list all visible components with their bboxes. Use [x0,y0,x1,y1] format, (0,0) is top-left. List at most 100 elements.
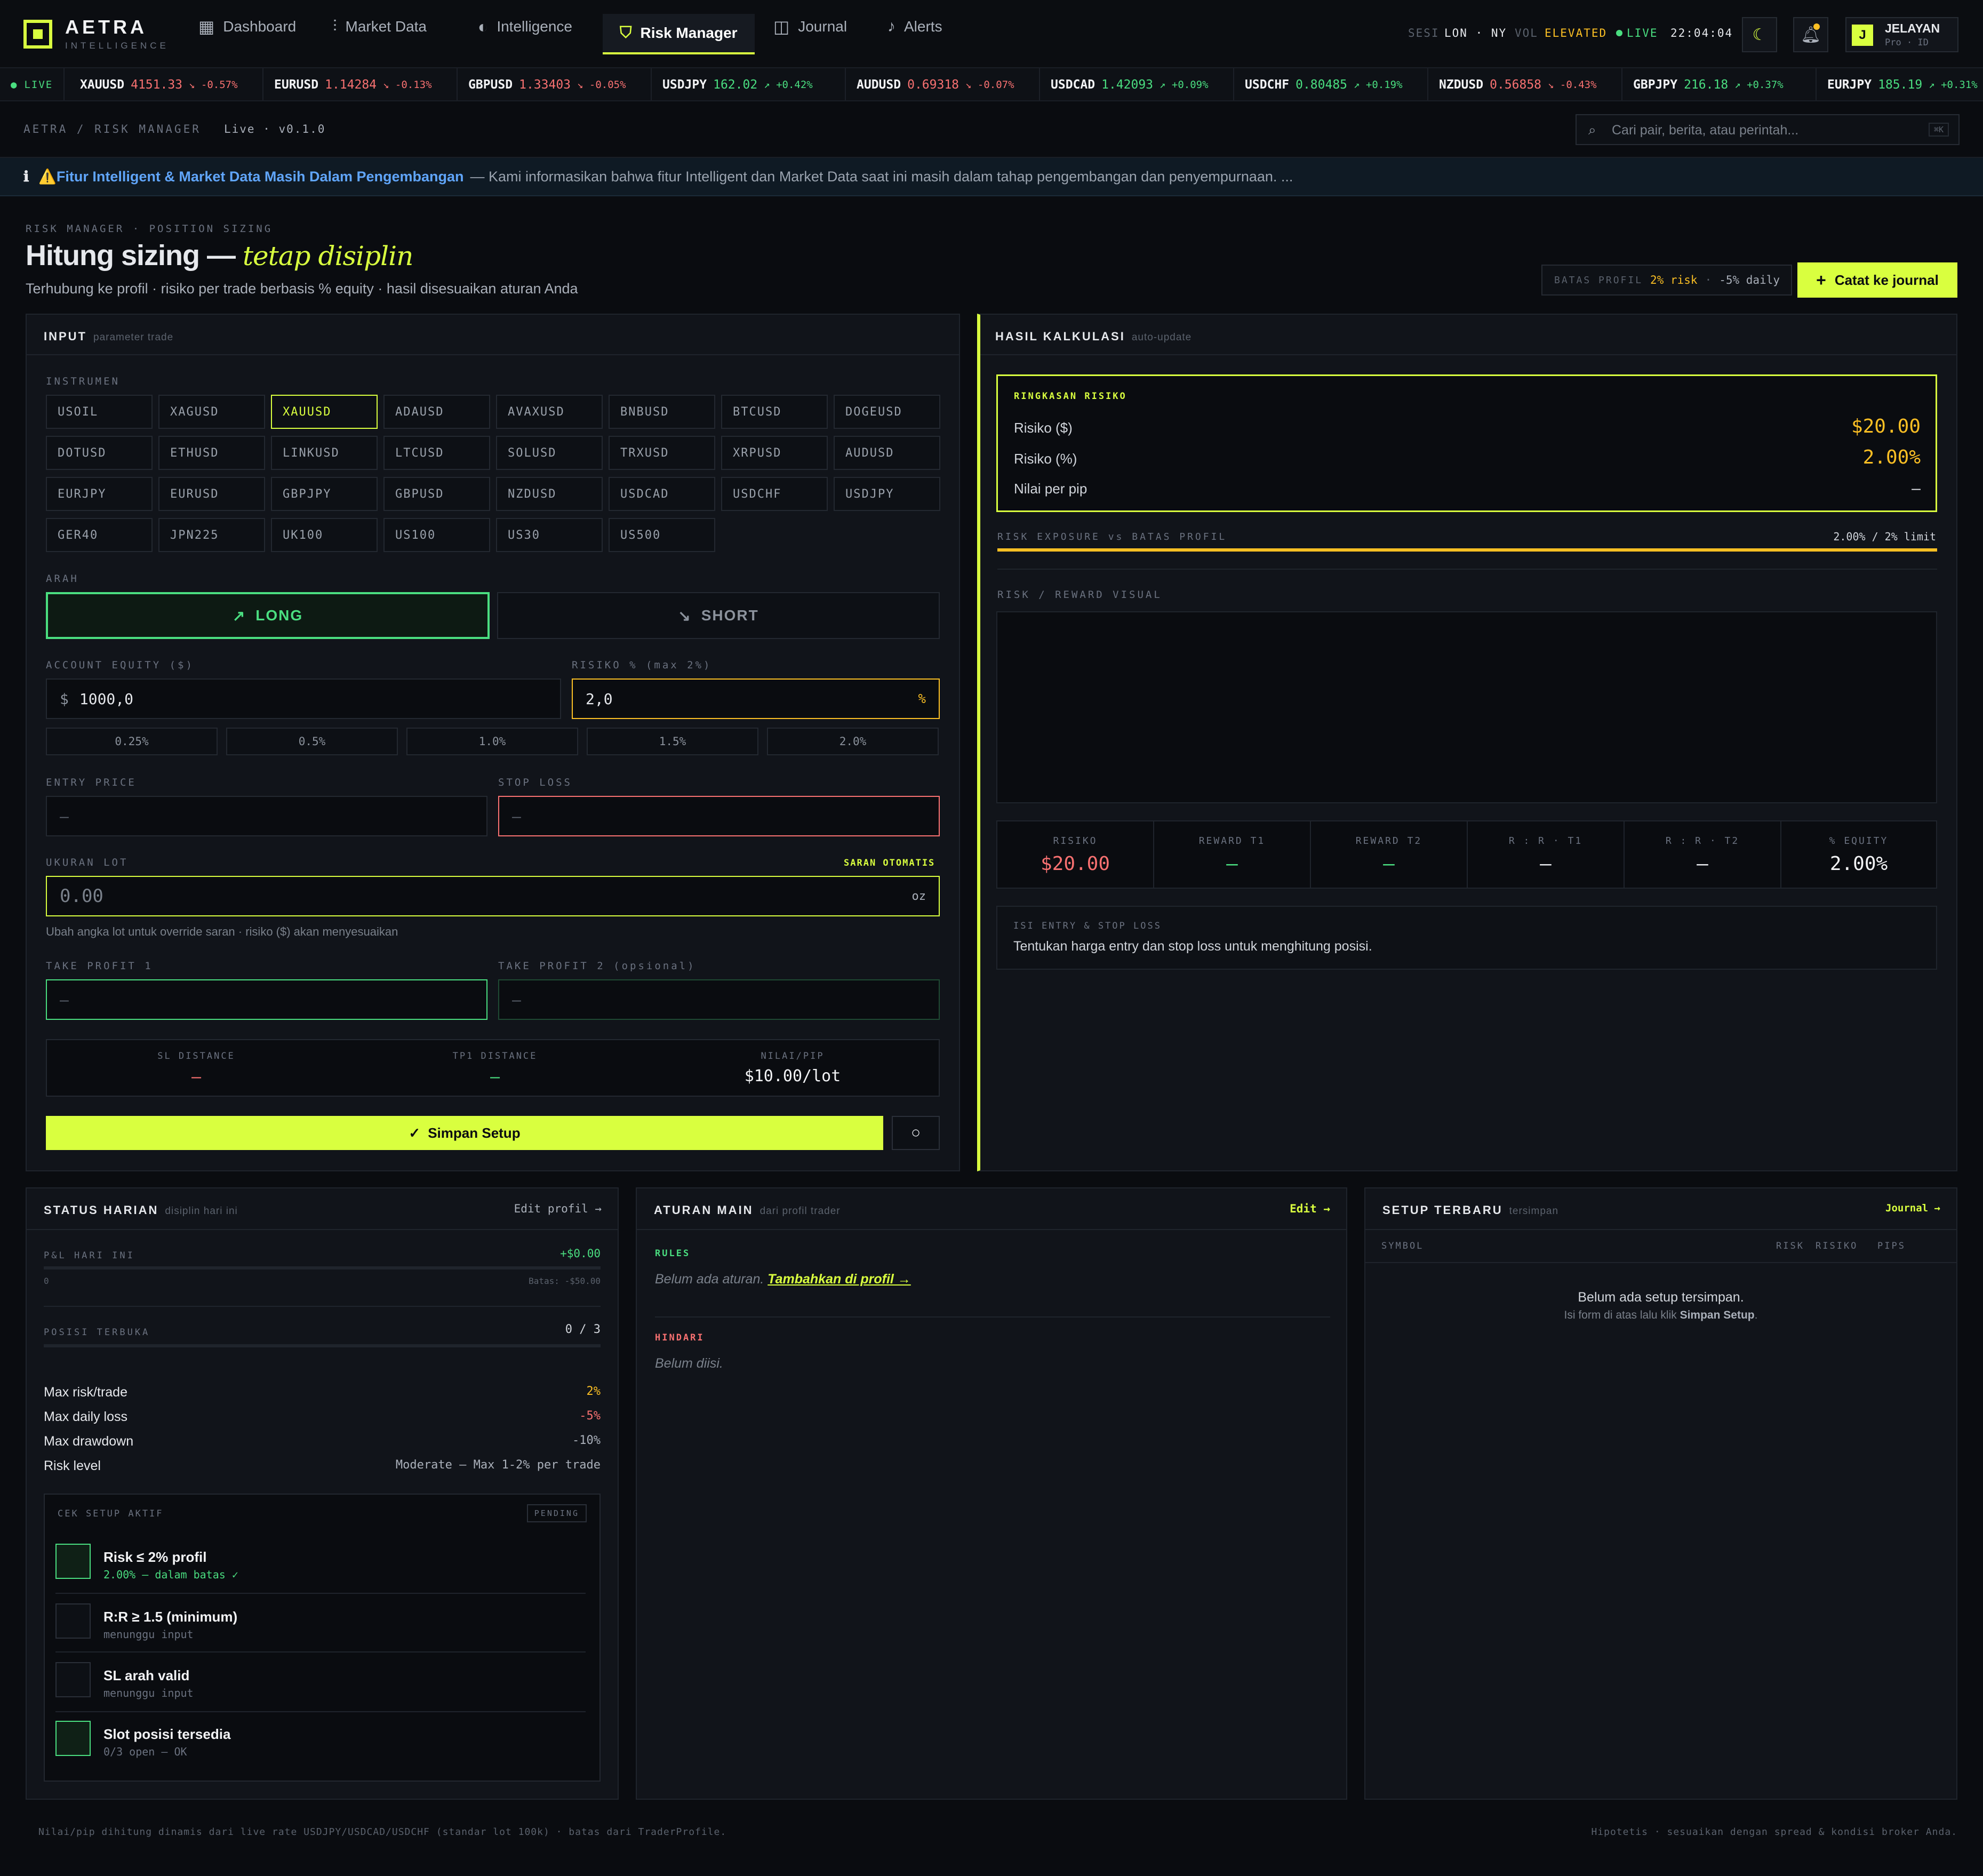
rules-title: ATURAN MAIN [654,1203,754,1217]
page-title-emphasis: tetap disiplin [242,241,413,272]
stop-loss-input[interactable]: — [498,796,940,836]
risk-label: RISIKO % (max 2%) [572,659,712,671]
take-profit-1-input[interactable]: — [46,979,487,1020]
edit-rules-link[interactable]: Edit → [1290,1202,1330,1215]
theme-toggle-button[interactable]: ☾ [1742,17,1777,52]
nav-journal[interactable]: ◫ Journal [773,0,847,53]
check-rr-status: menunggu input [103,1628,194,1641]
instrument-chip[interactable]: USOIL [46,395,153,429]
rule-max-daily-loss-value: -5% [579,1409,601,1423]
reset-button[interactable]: ○ [892,1116,940,1150]
ticker-item[interactable]: USDCAD 1.42093 ↗ +0.09% [1040,68,1234,100]
check-risk-title: Risk ≤ 2% profil [103,1549,207,1565]
stat-reward-t2-label: REWARD T2 [1355,835,1422,847]
risk-value: 2,0 [586,690,613,708]
ticker-item[interactable]: EURUSD 1.14284 ↘ -0.13% [263,68,458,100]
instrument-chip[interactable]: USDCAD [609,477,715,511]
setups-title: SETUP TERBARU [1382,1203,1503,1217]
instrument-chip[interactable]: LTCUSD [383,436,490,470]
instrument-chip[interactable]: US100 [383,518,490,552]
ticker-symbol: GBPJPY [1633,78,1678,92]
stat-rr-t2-value: — [1697,853,1708,875]
hint-pre: Isi form di atas lalu klik [1564,1309,1677,1321]
add-rules-link[interactable]: Tambahkan di profil → [767,1272,911,1287]
instrument-chip[interactable]: LINKUSD [271,436,378,470]
instrument-chip[interactable]: BNBUSD [609,395,715,429]
risk-preset-2-0[interactable]: 2.0% [767,728,939,755]
nav-market-data[interactable]: ⫶ Market Data [333,0,427,53]
trend-down-icon: ↘ [678,607,692,624]
risk-pct-value: 2.00% [1862,446,1921,468]
divider [55,1593,586,1594]
long-button[interactable]: ↗ LONG [46,592,490,639]
dev-banner: ℹ ⚠️Fitur Intelligent & Market Data Masi… [0,158,1983,196]
instrument-chip[interactable]: ADAUSD [383,395,490,429]
ticker-item[interactable]: AUDUSD 0.69318 ↘ -0.07% [846,68,1040,100]
risk-preset-0-5[interactable]: 0.5% [226,728,398,755]
ticker-item[interactable]: GBPJPY 216.18 ↗ +0.37% [1622,68,1817,100]
take-profit-2-input[interactable]: — [498,979,940,1020]
instrument-chip[interactable]: JPN225 [158,518,265,552]
instrument-chip[interactable]: XRPUSD [721,436,828,470]
ticker-item[interactable]: NZDUSD 0.56858 ↘ -0.43% [1428,68,1622,100]
journal-link[interactable]: Journal → [1885,1202,1940,1214]
instrument-chip[interactable]: EURUSD [158,477,265,511]
instrument-chip[interactable]: GBPUSD [383,477,490,511]
instrument-chip[interactable]: US30 [496,518,603,552]
lot-unit: oz [911,889,926,903]
instrument-chip[interactable]: UK100 [271,518,378,552]
edit-profile-link[interactable]: Edit profil → [514,1202,602,1215]
instrument-chip[interactable]: TRXUSD [609,436,715,470]
short-button[interactable]: ↘ SHORT [497,592,940,639]
check-icon: ✓ [409,1124,421,1141]
book-icon: ◫ [773,17,790,36]
ticker-item[interactable]: USDJPY 162.02 ↗ +0.42% [652,68,846,100]
instrument-chip[interactable]: XAUUSD [271,395,378,429]
user-menu[interactable]: J JELAYAN Pro · ID [1845,17,1958,52]
nav-dashboard[interactable]: ▦ Dashboard [198,0,296,53]
nav-intelligence[interactable]: ◐ Intelligence [478,0,572,53]
instrument-chip[interactable]: XAGUSD [158,395,265,429]
ticker-item[interactable]: XAUUSD 4151.33 ↘ -0.57% [69,68,263,100]
risk-preset-0-25[interactable]: 0.25% [46,728,218,755]
instrument-chip[interactable]: GBPJPY [271,477,378,511]
instrument-chip[interactable]: SOLUSD [496,436,603,470]
check-risk-icon [55,1544,91,1579]
risk-preset-1-0[interactable]: 1.0% [406,728,578,755]
instrument-chip[interactable]: AUDUSD [834,436,940,470]
instrument-chip[interactable]: DOGEUSD [834,395,940,429]
lot-size-input[interactable]: 0.00 oz [46,876,940,916]
hint-bold: Simpan Setup [1680,1309,1755,1321]
notifications-button[interactable]: 🔔︎ [1793,17,1828,52]
instrument-chip[interactable]: US500 [609,518,715,552]
instrument-chip[interactable]: ETHUSD [158,436,265,470]
tp1-distance-value: — [490,1068,500,1087]
log-journal-button[interactable]: + Catat ke journal [1797,262,1957,298]
instrument-chip[interactable]: EURJPY [46,477,153,511]
rule-max-risk: Max risk/trade 2% [44,1385,601,1400]
entry-price-input[interactable]: — [46,796,487,836]
save-setup-button[interactable]: ✓ Simpan Setup [46,1116,883,1150]
instrument-chip[interactable]: USDJPY [834,477,940,511]
exposure-bar-fill [997,548,1937,552]
equity-input[interactable]: $1000,0 [46,678,561,719]
instrument-chip[interactable]: BTCUSD [721,395,828,429]
risk-input[interactable]: 2,0% [572,678,940,719]
ticker-item[interactable]: EURJPY 185.19 ↗ +0.31% [1817,68,1983,100]
instrument-chip[interactable]: GER40 [46,518,153,552]
limit-risk: 2% risk [1650,274,1698,286]
instrument-chip[interactable]: NZDUSD [496,477,603,511]
open-positions-label: POSISI TERBUKA [44,1327,150,1338]
ticker-item[interactable]: USDCHF 0.80485 ↗ +0.19% [1234,68,1428,100]
nav-risk-manager[interactable]: ⛉ Risk Manager [603,14,755,54]
result-panel-title: HASIL KALKULASI auto-update [995,330,1192,344]
input-subtitle: parameter trade [93,332,174,343]
sl-distance-value: — [191,1068,202,1087]
search-input[interactable]: ⌕ Cari pair, berita, atau perintah... ⌘K [1576,114,1960,145]
nav-alerts[interactable]: ♪ Alerts [887,0,942,53]
instrument-chip[interactable]: DOTUSD [46,436,153,470]
instrument-chip[interactable]: AVAXUSD [496,395,603,429]
risk-preset-1-5[interactable]: 1.5% [587,728,758,755]
instrument-chip[interactable]: USDCHF [721,477,828,511]
ticker-item[interactable]: GBPUSD 1.33403 ↘ -0.05% [458,68,652,100]
